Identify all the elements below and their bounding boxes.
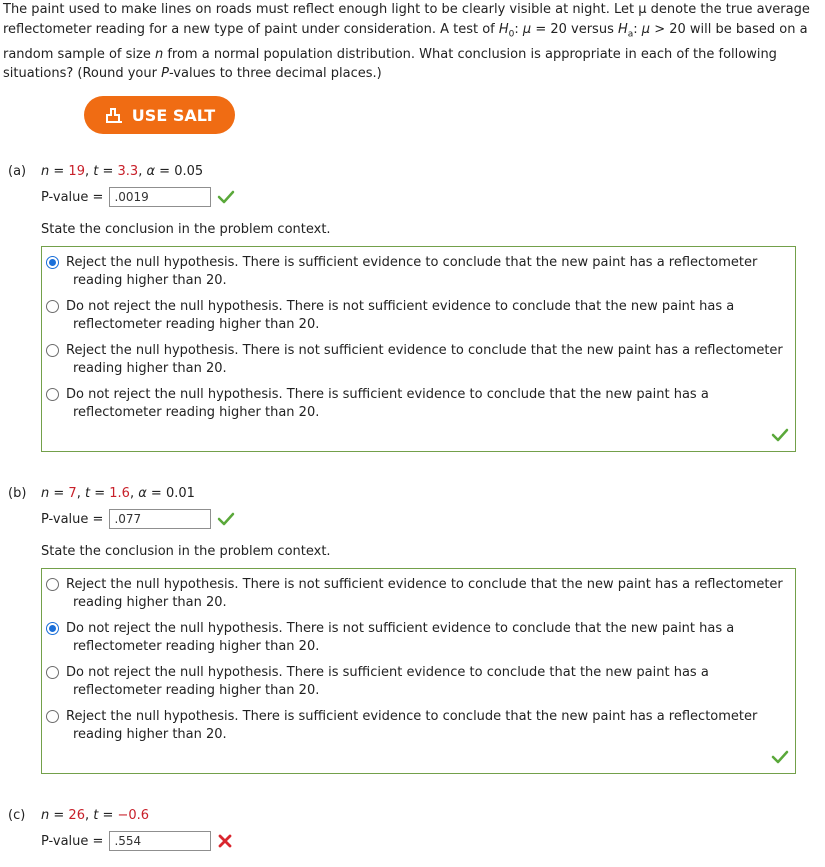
part-a-option-4[interactable]: Do not reject the null hypothesis. There… (46, 386, 791, 422)
intro-line-3: random sample of size n from a normal po… (3, 46, 777, 62)
radio-button[interactable] (46, 344, 59, 357)
part-c-pvalue-input[interactable]: .554 (109, 831, 212, 851)
radio-button[interactable] (46, 710, 59, 723)
part-a-option-2[interactable]: Do not reject the null hypothesis. There… (46, 298, 791, 334)
part-b-state-label: State the conclusion in the problem cont… (41, 544, 331, 559)
part-b-pvalue-row: P-value = .077 (41, 509, 235, 529)
use-salt-button[interactable]: USE SALT (84, 96, 235, 134)
radio-button[interactable] (46, 578, 59, 591)
part-a-options-box: Reject the null hypothesis. There is suf… (41, 246, 796, 452)
check-icon (217, 512, 235, 526)
radio-button[interactable] (46, 300, 59, 313)
part-c-params: n = 26, t = −0.6 (41, 808, 150, 823)
pvalue-label: P-value = (41, 833, 104, 849)
x-mark-icon (217, 833, 233, 849)
radio-button[interactable] (46, 388, 59, 401)
salt-chart-icon (105, 108, 122, 123)
pvalue-label: P-value = (41, 511, 104, 527)
check-icon (217, 190, 235, 204)
part-c-pvalue-row: P-value = .554 (41, 831, 233, 851)
part-a-option-3[interactable]: Reject the null hypothesis. There is not… (46, 342, 791, 378)
part-c-label: (c) (8, 808, 26, 823)
part-b-option-2[interactable]: Do not reject the null hypothesis. There… (46, 620, 791, 656)
part-b-params: n = 7, t = 1.6, α = 0.01 (41, 486, 195, 501)
problem-statement: The paint used to make lines on roads mu… (3, 0, 821, 84)
part-a-params: n = 19, t = 3.3, α = 0.05 (41, 164, 204, 179)
radio-button-selected[interactable] (46, 256, 59, 269)
part-b-pvalue-input[interactable]: .077 (109, 509, 212, 529)
intro-line-4: situations? (Round your P-values to thre… (3, 66, 382, 82)
part-a-label: (a) (8, 164, 27, 179)
part-b-options-box: Reject the null hypothesis. There is not… (41, 568, 796, 774)
intro-line-2: reflectometer reading for a new type of … (3, 21, 808, 40)
part-a-pvalue-input[interactable]: .0019 (109, 187, 212, 207)
part-b-label: (b) (8, 486, 27, 501)
part-b-option-1[interactable]: Reject the null hypothesis. There is not… (46, 576, 791, 612)
part-a-option-1[interactable]: Reject the null hypothesis. There is suf… (46, 254, 791, 290)
check-icon (771, 428, 789, 446)
radio-button[interactable] (46, 666, 59, 679)
intro-line-1: The paint used to make lines on roads mu… (3, 2, 810, 17)
part-a-state-label: State the conclusion in the problem cont… (41, 222, 331, 237)
part-a-pvalue-row: P-value = .0019 (41, 187, 235, 207)
check-icon (771, 750, 789, 768)
pvalue-label: P-value = (41, 189, 104, 205)
part-b-option-4[interactable]: Reject the null hypothesis. There is suf… (46, 708, 791, 744)
radio-button-selected[interactable] (46, 622, 59, 635)
use-salt-label: USE SALT (131, 105, 216, 125)
part-b-option-3[interactable]: Do not reject the null hypothesis. There… (46, 664, 791, 700)
